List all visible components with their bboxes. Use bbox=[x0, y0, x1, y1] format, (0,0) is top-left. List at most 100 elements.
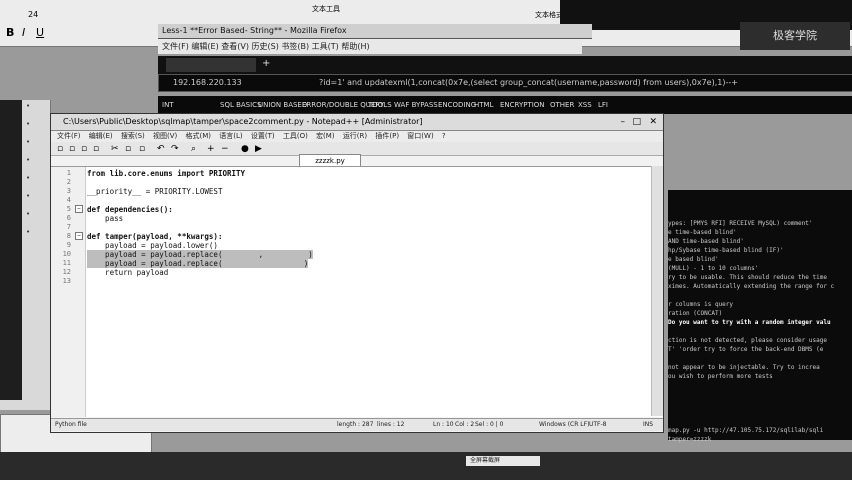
line-number: 11 bbox=[62, 259, 71, 267]
font-size-box[interactable]: 24 bbox=[28, 10, 38, 19]
menu-item[interactable]: 书签(B) bbox=[281, 42, 309, 51]
menu-item[interactable]: 历史(S) bbox=[252, 42, 279, 51]
hackbar-item[interactable]: TOOLS bbox=[368, 96, 392, 114]
firefox-urlbar: 192.168.220.133 ?id=1' and updatexml(1,c… bbox=[158, 74, 852, 92]
terminal-line: ximes. Automatically extending the range… bbox=[668, 283, 835, 290]
save-all-icon[interactable]: ▫ bbox=[93, 144, 99, 154]
paste-icon[interactable]: ▫ bbox=[139, 144, 145, 154]
code-line: from lib.core.enums import PRIORITY bbox=[87, 169, 246, 178]
menu-item[interactable]: 文件(F) bbox=[162, 42, 189, 51]
new-tab-button[interactable]: + bbox=[262, 58, 270, 69]
status-sel: Sel : 0 | 0 bbox=[475, 421, 504, 428]
menu-item[interactable]: 查看(V) bbox=[221, 42, 249, 51]
status-encoding: UTF-8 bbox=[589, 421, 607, 428]
status-ln: Ln : 10 bbox=[433, 421, 454, 428]
menu-item[interactable]: 搜索(S) bbox=[121, 132, 145, 140]
terminal-line: AND time-based blind' bbox=[668, 238, 744, 245]
text-tool-label[interactable]: 文本工具 bbox=[312, 4, 340, 14]
italic-button[interactable]: I bbox=[22, 26, 25, 39]
zoom-out-icon[interactable]: − bbox=[221, 144, 229, 154]
line-number: 2 bbox=[66, 178, 71, 186]
menu-item[interactable]: 文件(F) bbox=[57, 132, 81, 140]
taskbar-item[interactable]: 全屏幕截屏 bbox=[466, 456, 540, 466]
menu-item[interactable]: 格式(M) bbox=[186, 132, 212, 140]
terminal-line: e based blind' bbox=[668, 256, 719, 263]
notepad-menubar: 文件(F) 编辑(E) 搜索(S) 视图(V) 格式(M) 语言(L) 设置(T… bbox=[51, 131, 663, 142]
fold-toggle[interactable]: − bbox=[75, 232, 83, 240]
code-line: return payload bbox=[87, 268, 169, 277]
text-format-label[interactable]: 文本格式 bbox=[535, 10, 563, 20]
status-file-type: Python file bbox=[55, 421, 87, 428]
menu-item[interactable]: 工具(O) bbox=[283, 132, 308, 140]
terminal-line: tamper=zzzzk bbox=[668, 436, 712, 443]
menu-item[interactable]: 宏(M) bbox=[316, 132, 335, 140]
hackbar-item[interactable]: LFI bbox=[598, 96, 608, 114]
redo-icon[interactable]: ↷ bbox=[171, 144, 179, 154]
minimize-icon[interactable]: – bbox=[621, 114, 626, 130]
fold-toggle[interactable]: − bbox=[75, 205, 83, 213]
new-file-icon[interactable]: ▫ bbox=[57, 144, 63, 154]
hackbar-item[interactable]: SQL BASICS bbox=[220, 96, 262, 114]
menu-item[interactable]: 编辑(E) bbox=[89, 132, 113, 140]
undo-icon[interactable]: ↶ bbox=[157, 144, 165, 154]
firefox-menubar: 文件(F) 编辑(E) 查看(V) 历史(S) 书签(B) 工具(T) 帮助(H… bbox=[158, 40, 582, 54]
terminal-line: r columns is query bbox=[668, 301, 734, 308]
zoom-in-icon[interactable]: + bbox=[207, 144, 215, 154]
menu-item[interactable]: 插件(P) bbox=[375, 132, 399, 140]
menu-item[interactable]: 视图(V) bbox=[153, 132, 177, 140]
terminal-line: map.py -u http://47.105.75.172/sqlilab/s… bbox=[668, 427, 824, 434]
line-number: 8 bbox=[66, 232, 71, 240]
code-editor[interactable]: 1 2 3 4 5 6 7 8 9 10 11 12 13 − − from l… bbox=[51, 166, 663, 417]
terminal-line: ration (CONCAT) bbox=[668, 310, 723, 317]
url-input[interactable]: 192.168.220.133 bbox=[173, 75, 242, 91]
record-macro-icon[interactable]: ● bbox=[241, 144, 249, 154]
terminal-line: hp/Sybase time-based blind (IF)' bbox=[668, 247, 784, 254]
menu-item[interactable]: 工具(T) bbox=[312, 42, 339, 51]
terminal-line: T' 'order try to force the back-end DBMS… bbox=[668, 346, 824, 353]
hackbar-item[interactable]: HTML bbox=[474, 96, 493, 114]
hackbar-item[interactable]: XSS bbox=[578, 96, 592, 114]
notepad-window: C:\Users\Public\Desktop\sqlmap\tamper\sp… bbox=[50, 113, 664, 433]
copy-icon[interactable]: ▫ bbox=[125, 144, 131, 154]
line-number: 4 bbox=[66, 196, 71, 204]
hackbar-item[interactable]: ENCRYPTION bbox=[500, 96, 545, 114]
close-icon[interactable]: ✕ bbox=[649, 114, 657, 130]
menu-item[interactable]: 帮助(H) bbox=[341, 42, 369, 51]
menu-item[interactable]: 编辑(E) bbox=[191, 42, 218, 51]
hackbar-item[interactable]: ENCODING bbox=[438, 96, 476, 114]
menu-item[interactable]: 设置(T) bbox=[251, 132, 275, 140]
cut-icon[interactable]: ✂ bbox=[111, 144, 119, 154]
menu-item[interactable]: 运行(R) bbox=[343, 132, 367, 140]
vertical-scrollbar[interactable] bbox=[651, 166, 663, 416]
line-number: 5 bbox=[66, 205, 71, 213]
hackbar-item[interactable]: WAF BYPASS bbox=[394, 96, 438, 114]
play-macro-icon[interactable]: ▶ bbox=[255, 144, 262, 154]
line-number: 3 bbox=[66, 187, 71, 195]
hackbar-load[interactable]: INT bbox=[162, 96, 174, 114]
code-line-selected: payload = payload.replace( , ) bbox=[87, 250, 313, 259]
url-query[interactable]: ?id=1' and updatexml(1,concat(0x7e,(sele… bbox=[319, 75, 739, 91]
firefox-title: Less-1 **Error Based- String** - Mozilla… bbox=[158, 24, 592, 39]
find-icon[interactable]: ⌕ bbox=[191, 144, 196, 154]
line-number: 7 bbox=[66, 223, 71, 231]
hackbar-item[interactable]: OTHER bbox=[550, 96, 574, 114]
maximize-icon[interactable]: □ bbox=[632, 114, 641, 130]
menu-item[interactable]: ? bbox=[442, 132, 446, 140]
code-line-selected: payload = payload.replace( ) bbox=[87, 259, 309, 268]
hackbar: INT SQL BASICS UNION BASED ERROR/DOUBLE … bbox=[158, 96, 852, 114]
status-bar: Python file length : 287 lines : 12 Ln :… bbox=[51, 418, 663, 431]
terminal-window[interactable]: ypes: [PMYS RFI] RECEIVE MySQL) comment'… bbox=[668, 190, 852, 443]
underline-button[interactable]: U bbox=[36, 26, 44, 39]
bold-button[interactable]: B bbox=[6, 26, 14, 39]
menu-item[interactable]: 语言(L) bbox=[219, 132, 242, 140]
hackbar-item[interactable]: UNION BASED bbox=[258, 96, 307, 114]
status-lines: lines : 12 bbox=[377, 421, 405, 428]
open-file-icon[interactable]: ▫ bbox=[69, 144, 75, 154]
save-icon[interactable]: ▫ bbox=[81, 144, 87, 154]
browser-tab[interactable] bbox=[166, 58, 256, 72]
menu-item[interactable]: 窗口(W) bbox=[407, 132, 433, 140]
line-number: 6 bbox=[66, 214, 71, 222]
